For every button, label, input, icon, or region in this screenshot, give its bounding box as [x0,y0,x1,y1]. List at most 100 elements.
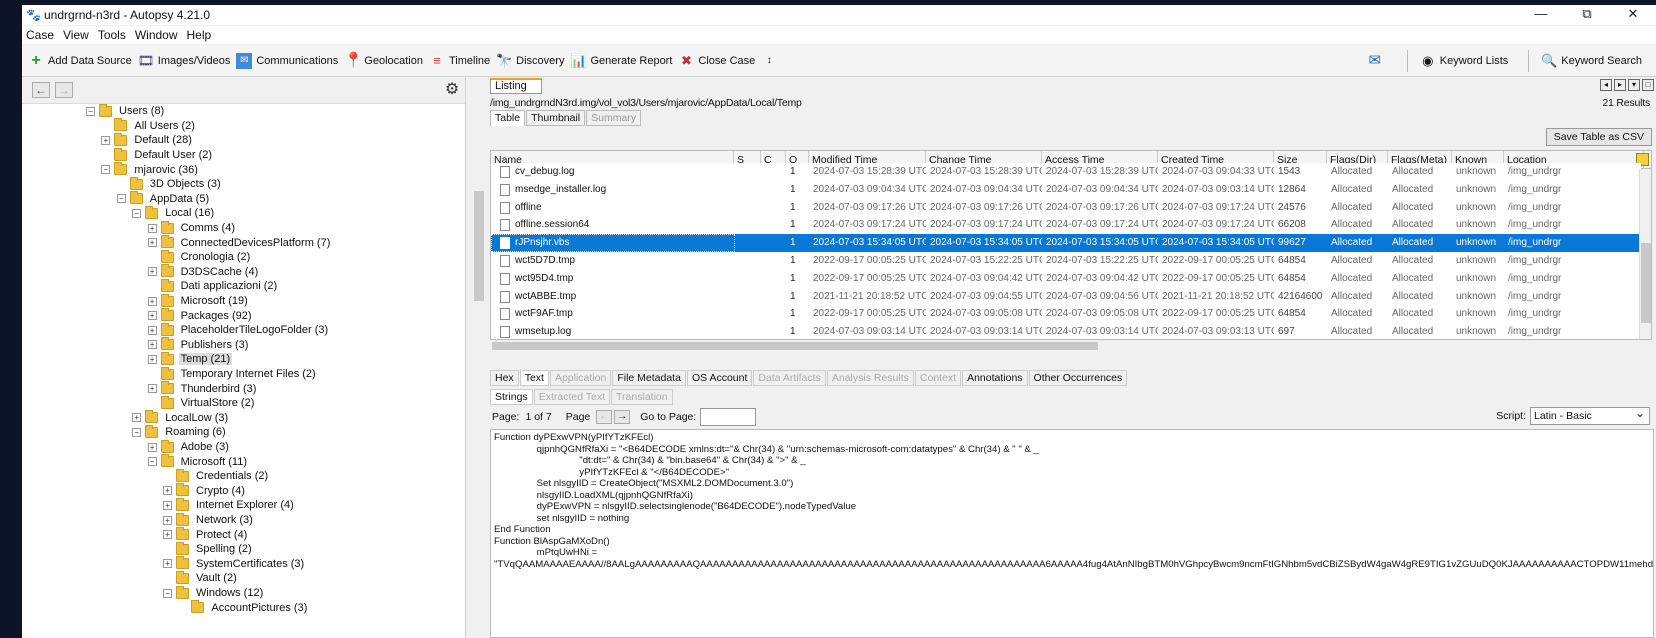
table-row[interactable]: wct95D4.tmp 1 2022-09-17 00:05:25 UTC 2024-… [491,269,1641,288]
table-row[interactable]: offline.session64 1 2024-07-03 09:17:24 UT… [491,216,1641,235]
tree-node[interactable]: + SystemCertificates (3) [163,556,306,572]
maximize-icon[interactable]: □ [1642,79,1654,91]
table-row[interactable]: offline 1 2024-07-03 09:17:26 UTC 2024-07-0… [491,198,1641,217]
images-videos-button[interactable]: 🎞 Images/Videos [138,53,231,69]
script-select[interactable]: Latin - Basic [1530,405,1650,425]
discovery-button[interactable]: 🔭 Discovery [496,53,564,69]
expand-icon[interactable]: + [132,413,142,423]
gear-icon[interactable]: ⚙ [443,81,461,99]
keyword-lists-button[interactable]: ◉ Keyword Lists [1420,53,1508,69]
tree-node[interactable]: + Internet Explorer (4) [163,497,296,513]
tree-node[interactable]: + Default (28) [101,132,193,148]
expand-icon[interactable]: + [147,325,157,335]
expand-icon[interactable]: + [163,500,172,510]
tab-hex[interactable]: Hex [490,370,519,386]
tree-node[interactable]: Spelling (2) [163,541,254,557]
tree-node[interactable]: AccountPictures (3) [178,600,309,615]
tab-text[interactable]: Text [519,370,549,386]
tree-node[interactable]: + Protect (4) [163,527,249,542]
tree-node[interactable]: + Temp (21) [147,351,233,367]
table-row[interactable]: cv_debug.log 1 2024-07-03 15:28:39 UTC 2024… [491,163,1641,181]
expand-icon[interactable]: + [147,238,157,248]
menu-help[interactable]: Help [183,28,217,42]
tree-node[interactable]: + Thunderbird (3) [147,381,259,396]
expand-icon[interactable]: + [147,384,157,394]
table-row[interactable]: wctF9AF.tmp 1 2022-09-17 00:05:25 UTC 2024-… [491,305,1641,324]
strings-text-area[interactable]: Function dyPExwVPN(yPIfYTzKFEcl) qjpnhQG… [490,429,1654,638]
tab-dropdown-icon[interactable]: ▾ [1628,79,1640,91]
save-table-button[interactable]: Save Table as CSV [1545,128,1652,146]
tree-node[interactable]: + Comms (4) [147,220,237,236]
expand-icon[interactable]: + [147,442,157,452]
tree-node[interactable]: Cronologia (2) [148,249,253,265]
tree-node[interactable]: − Users (8) [86,104,166,119]
tab-strings[interactable]: Strings [490,389,533,405]
table-row[interactable]: wctABBE.tmp 1 2021-11-21 20:18:52 UTC 2024-… [491,287,1641,306]
tree-scrollbar[interactable] [473,187,485,638]
back-button[interactable]: ← [32,82,50,98]
minimize-button[interactable]: — [1518,5,1564,25]
tab-table[interactable]: Table [490,110,526,126]
tree-node[interactable]: + Packages (92) [147,308,254,323]
tree-node[interactable]: + ConnectedDevicesPlatform (7) [147,235,333,250]
geolocation-button[interactable]: 📍 Geolocation [344,52,423,69]
tree-node[interactable]: Temporary Internet Files (2) [148,366,318,382]
close-case-button[interactable]: ✖ Close Case [678,53,755,69]
tree-node[interactable]: VirtualStore (2) [148,395,257,411]
tree-node[interactable]: − mjarovic (36) [101,162,200,177]
goto-page-input[interactable] [700,408,757,426]
tab-listing[interactable]: Listing [490,78,542,94]
tree-node[interactable]: Default User (2) [101,147,214,163]
tab-file-metadata[interactable]: File Metadata [612,370,686,386]
table-row[interactable]: wmsetup.log 1 2024-07-03 09:03:14 UTC 2024-… [491,323,1641,339]
table-row[interactable]: msedge_installer.log 1 2024-07-03 09:04:34… [491,180,1641,199]
generate-report-button[interactable]: 📊 Generate Report [570,53,672,69]
tree-node[interactable]: Credentials (2) [163,468,270,484]
keyword-search-button[interactable]: 🔍 Keyword Search [1541,53,1642,69]
toolbar-overflow-button[interactable]: ↕ [761,53,781,69]
tab-left-icon[interactable]: ◂ [1600,79,1612,91]
tree-node[interactable]: All Users (2) [101,118,197,134]
collapse-icon[interactable]: − [132,427,142,437]
collapse-icon[interactable]: − [147,457,157,467]
timeline-button[interactable]: ≡ Timeline [429,53,490,69]
collapse-icon[interactable]: − [163,588,172,598]
tree-node[interactable]: + Adobe (3) [147,439,231,455]
tree-node[interactable]: Dati applicazioni (2) [148,278,280,294]
tree-node[interactable]: + Publishers (3) [147,337,251,353]
expand-icon[interactable]: + [147,354,157,364]
tree-node[interactable]: + Microsoft (19) [147,293,250,309]
next-page-button[interactable]: → [614,410,631,424]
tree-node[interactable]: + LocalLow (3) [132,410,230,426]
tab-os-account[interactable]: OS Account [686,370,753,386]
restore-button[interactable]: ⧉ [1564,5,1610,25]
expand-icon[interactable]: + [147,223,157,233]
tree-node[interactable]: 3D Objects (3) [117,176,223,192]
tab-annotations[interactable]: Annotations [962,370,1028,386]
tree-node[interactable]: − Local (16) [132,205,216,221]
expand-icon[interactable]: + [163,559,172,569]
expand-icon[interactable]: + [163,515,172,525]
collapse-icon[interactable]: − [101,165,111,175]
menu-tools[interactable]: Tools [94,28,131,42]
forward-button[interactable]: → [55,82,73,98]
expand-icon[interactable]: + [163,530,172,540]
tree-node[interactable]: − Windows (12) [163,585,265,601]
table-scrollbar[interactable] [1639,169,1651,339]
close-button[interactable]: ✕ [1610,5,1656,25]
menu-case[interactable]: Case [22,28,59,42]
tab-right-icon[interactable]: ▸ [1614,79,1626,91]
tree-node[interactable]: + PlaceholderTileLogoFolder (3) [147,322,331,338]
tree-node[interactable]: − Roaming (6) [132,424,228,440]
expand-icon[interactable]: + [147,296,157,306]
tab-other-occurrences[interactable]: Other Occurrences [1028,370,1128,386]
expand-icon[interactable]: + [101,135,111,145]
tree-scrollbar-thumb[interactable] [474,191,484,301]
table-row[interactable]: wct5D7D.tmp 1 2022-09-17 00:05:25 UTC 2024-… [491,252,1641,270]
table-row[interactable]: rJPnsjhr.vbs 1 2024-07-03 15:34:05 UTC 2024… [491,234,1641,252]
tab-thumbnail[interactable]: Thumbnail [526,110,586,126]
tree-node[interactable]: + Crypto (4) [163,483,247,499]
add-data-source-button[interactable]: + Add Data Source [28,52,131,69]
table-hscrollbar[interactable] [490,340,1652,352]
tree-node[interactable]: + Network (3) [163,512,255,528]
